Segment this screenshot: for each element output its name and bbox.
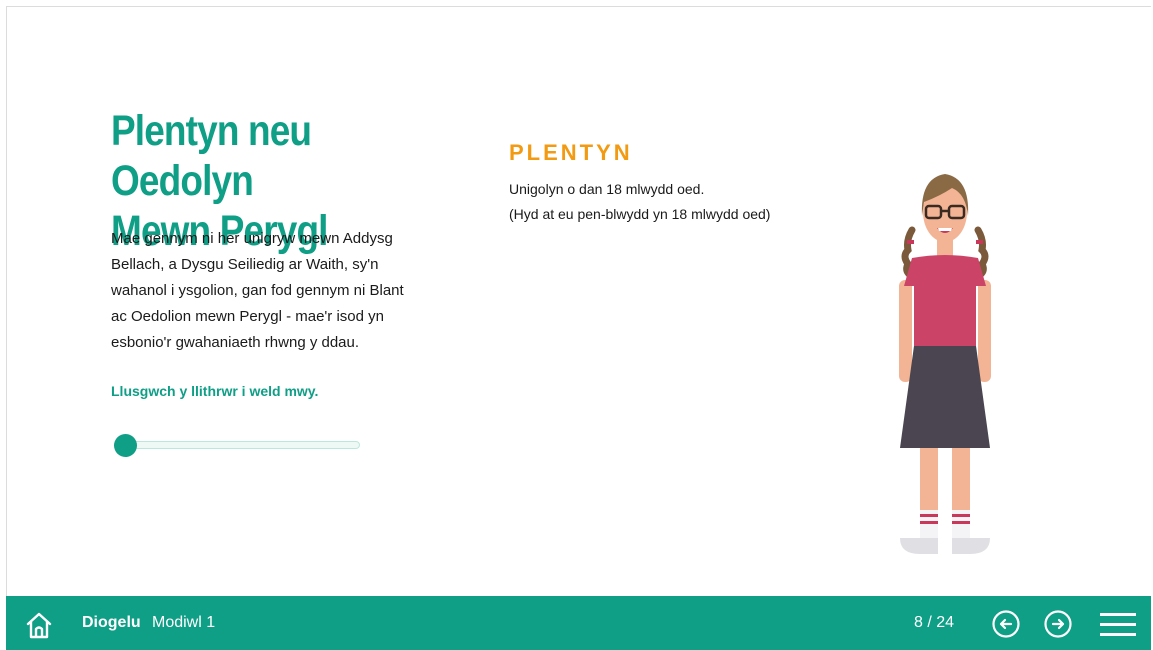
intro-line: esbonio'r gwahaniaeth rhwng y ddau.	[111, 334, 360, 351]
slider-track[interactable]	[118, 441, 360, 449]
intro-text: Mae gennym ni her unigryw mewn Addysg Be…	[111, 226, 411, 356]
slider-thumb[interactable]	[114, 434, 137, 457]
arrow-right-circle-icon[interactable]	[1043, 609, 1073, 639]
intro-line: Mae gennym ni her unigryw mewn Addysg	[111, 230, 393, 247]
title-line-1: Plentyn neu Oedolyn	[111, 107, 312, 205]
definition-line-1: Unigolyn o dan 18 mlwydd oed.	[509, 181, 705, 197]
footer-bar: Diogelu Modiwl 1 8 / 24	[6, 596, 1151, 650]
girl-illustration-icon	[899, 174, 991, 554]
intro-line: ac Oedolion mewn Perygl - mae'r isod yn	[111, 308, 384, 325]
intro-line: wahanol i ysgolion, gan fod gennym ni Bl…	[111, 282, 404, 299]
course-title: Diogelu	[82, 614, 141, 631]
intro-line: Bellach, a Dysgu Seiliedig ar Waith, sy'…	[111, 256, 379, 273]
term-heading: PLENTYN	[509, 140, 633, 165]
definition-line-2: (Hyd at eu pen-blwydd yn 18 mlwydd oed)	[509, 206, 771, 222]
module-title: Modiwl 1	[152, 614, 216, 631]
arrow-left-circle-icon[interactable]	[991, 609, 1021, 639]
hamburger-menu-icon[interactable]	[1100, 611, 1136, 639]
home-icon[interactable]	[24, 610, 54, 640]
drag-hint: Llusgwch y llithrwr i weld mwy.	[111, 383, 319, 399]
page-counter: 8 / 24	[914, 614, 955, 631]
